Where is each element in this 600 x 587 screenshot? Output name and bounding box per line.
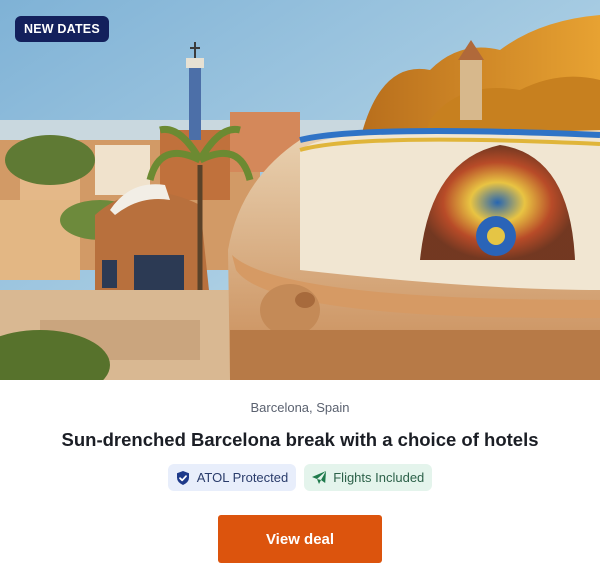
shield-check-icon bbox=[176, 470, 189, 485]
location-label: Barcelona, Spain bbox=[250, 400, 350, 415]
hero-photo[interactable]: NEW DATES bbox=[0, 0, 600, 380]
flights-included-tag: Flights Included bbox=[304, 464, 433, 491]
deal-title[interactable]: Sun-drenched Barcelona break with a choi… bbox=[0, 429, 600, 451]
airplane-icon bbox=[312, 470, 327, 484]
atol-protected-tag: ATOL Protected bbox=[167, 464, 297, 491]
deal-card[interactable]: NEW DATES Barcelona, Spain Sun-drenched … bbox=[0, 0, 600, 587]
park-guell-photo bbox=[0, 0, 600, 380]
feature-tags: ATOL Protected Flights Included bbox=[0, 464, 600, 491]
flights-included-label: Flights Included bbox=[333, 470, 425, 485]
view-deal-button[interactable]: View deal bbox=[218, 515, 382, 563]
atol-protected-label: ATOL Protected bbox=[196, 470, 289, 485]
new-dates-badge: NEW DATES bbox=[15, 16, 109, 42]
card-body: Barcelona, Spain Sun-drenched Barcelona … bbox=[0, 380, 600, 587]
